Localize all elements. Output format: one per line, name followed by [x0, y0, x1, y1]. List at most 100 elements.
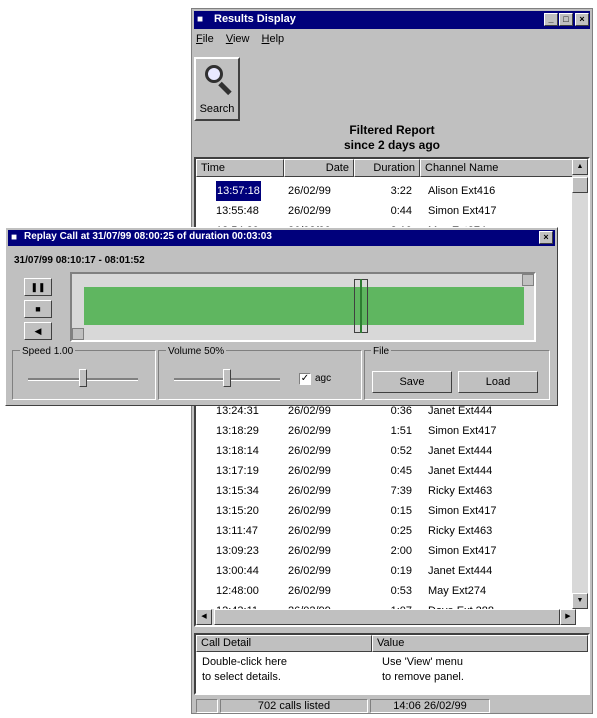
column-header-time[interactable]: Time: [196, 159, 284, 177]
cell-time: 13:57:18: [216, 181, 261, 201]
cell-duration: 0:19: [390, 565, 412, 577]
table-row[interactable]: 13:15:34 26/02/99 7:39 Ricky Ext463: [196, 481, 576, 501]
cell-date: 26/02/99: [288, 525, 331, 537]
table-row[interactable]: 13:15:20 26/02/99 0:15 Simon Ext417: [196, 501, 576, 521]
volume-label: Volume 50%: [166, 346, 227, 357]
rewind-icon[interactable]: ◀: [24, 322, 52, 340]
status-bar: 702 calls listed 14:06 26/02/99: [194, 699, 590, 713]
cell-date: 26/02/99: [288, 425, 331, 437]
save-button-label: Save: [399, 376, 425, 388]
cell-date: 26/02/99: [288, 505, 331, 517]
app-icon: ■: [197, 14, 204, 25]
cell-time: 13:00:44: [216, 565, 259, 577]
scroll-up-icon[interactable]: ▲: [572, 159, 588, 175]
search-label: Search: [199, 103, 235, 115]
cell-duration: 0:52: [390, 445, 412, 457]
scroll-right-icon[interactable]: ▶: [560, 609, 576, 625]
minimize-icon[interactable]: _: [544, 13, 558, 26]
detail-right-line1: Use 'View' menu: [382, 656, 464, 668]
cell-channel: Simon Ext417: [428, 505, 497, 517]
cell-channel: Simon Ext417: [428, 425, 497, 437]
status-count: 702 calls listed: [220, 699, 368, 713]
replay-dialog: ■ Replay Call at 31/07/99 08:00:25 of du…: [5, 227, 558, 406]
status-panel-blank: [196, 699, 218, 713]
detail-left-line2: to select details.: [202, 671, 281, 683]
cell-duration: 0:53: [390, 585, 412, 597]
cell-time: 13:18:29: [216, 425, 259, 437]
results-title: Results Display: [214, 13, 296, 25]
scroll-down-icon[interactable]: ▼: [572, 593, 588, 609]
results-titlebar[interactable]: ■ Results Display _ □ ×: [194, 11, 590, 29]
scroll-thumb[interactable]: [572, 177, 588, 193]
cell-date: 26/02/99: [288, 565, 331, 577]
table-row[interactable]: 13:18:14 26/02/99 0:52 Janet Ext444: [196, 441, 576, 461]
table-row[interactable]: 13:11:47 26/02/99 0:25 Ricky Ext463: [196, 521, 576, 541]
playback-waveform[interactable]: [70, 272, 536, 342]
load-button[interactable]: Load: [458, 371, 538, 393]
pause-icon[interactable]: ❚❚: [24, 278, 52, 296]
menu-help[interactable]: Help: [262, 33, 285, 45]
detail-panel: Call Detail Value Double-click here to s…: [194, 633, 590, 695]
replay-app-icon: ■: [11, 232, 18, 243]
detail-left-line1: Double-click here: [202, 656, 287, 668]
cell-date: 26/02/99: [288, 445, 331, 457]
magnifier-icon: [205, 65, 223, 83]
maximize-icon[interactable]: □: [559, 13, 573, 26]
column-header-duration[interactable]: Duration: [354, 159, 420, 177]
cell-time: 13:17:19: [216, 465, 259, 477]
cell-channel: Ricky Ext463: [428, 485, 493, 497]
menu-bar: File View Help: [196, 33, 293, 51]
cell-time: 13:11:47: [216, 525, 259, 537]
table-row[interactable]: 13:09:23 26/02/99 2:00 Simon Ext417: [196, 541, 576, 561]
cell-duration: 1:51: [390, 425, 412, 437]
stop-icon[interactable]: ■: [24, 300, 52, 318]
cell-time: 13:09:23: [216, 545, 259, 557]
cell-channel: Simon Ext417: [428, 205, 497, 217]
volume-slider-thumb[interactable]: [223, 369, 231, 387]
cell-channel: May Ext274: [428, 585, 487, 597]
menu-view[interactable]: View: [226, 33, 250, 45]
agc-label: agc: [315, 373, 332, 384]
checkmark-icon: ✓: [300, 373, 310, 384]
agc-checkbox[interactable]: ✓: [299, 373, 311, 385]
cell-time: 13:18:14: [216, 445, 259, 457]
cell-date: 26/02/99: [288, 485, 331, 497]
volume-group: [158, 350, 362, 400]
cell-duration: 7:39: [390, 485, 412, 497]
hscroll-thumb[interactable]: [214, 609, 560, 625]
playback-controls: ❚❚ ■ ◀: [24, 278, 54, 344]
detail-header-value[interactable]: Value: [372, 635, 588, 652]
menu-file[interactable]: File: [196, 33, 214, 45]
column-header-channel[interactable]: Channel Name: [420, 159, 576, 177]
cell-duration: 2:00: [390, 545, 412, 557]
table-row[interactable]: 13:55:48 26/02/99 0:44 Simon Ext417: [196, 201, 576, 221]
cell-date: 26/02/99: [288, 205, 331, 217]
horizontal-scrollbar[interactable]: ◀ ▶: [196, 609, 576, 625]
report-title: Filtered Report: [349, 123, 435, 137]
table-row[interactable]: 13:18:29 26/02/99 1:51 Simon Ext417: [196, 421, 576, 441]
table-row[interactable]: 13:57:18 26/02/99 3:22 Alison Ext416: [196, 181, 576, 201]
cell-date: 26/02/99: [288, 465, 331, 477]
speed-slider-thumb[interactable]: [79, 369, 87, 387]
replay-close-icon[interactable]: ×: [539, 231, 553, 244]
table-row[interactable]: 12:48:00 26/02/99 0:53 May Ext274: [196, 581, 576, 601]
playhead-line: [360, 279, 363, 333]
table-row[interactable]: 13:00:44 26/02/99 0:19 Janet Ext444: [196, 561, 576, 581]
file-label: File: [371, 346, 392, 357]
column-header-date[interactable]: Date: [284, 159, 354, 177]
cell-duration: 0:25: [390, 525, 412, 537]
replay-titlebar[interactable]: ■ Replay Call at 31/07/99 08:00:25 of du…: [8, 230, 555, 246]
detail-header-call[interactable]: Call Detail: [196, 635, 372, 652]
table-row[interactable]: 13:17:19 26/02/99 0:45 Janet Ext444: [196, 461, 576, 481]
vertical-scrollbar[interactable]: ▲ ▼: [572, 159, 588, 609]
close-icon[interactable]: ×: [575, 13, 589, 26]
end-marker[interactable]: [522, 274, 534, 286]
search-button[interactable]: Search: [194, 57, 240, 121]
save-button[interactable]: Save: [372, 371, 452, 393]
start-marker[interactable]: [72, 328, 84, 340]
scroll-left-icon[interactable]: ◀: [196, 609, 212, 625]
report-subtitle: since 2 days ago: [343, 138, 441, 152]
cell-duration: 0:45: [390, 465, 412, 477]
detail-right-line2: to remove panel.: [382, 671, 464, 683]
cell-time: 12:48:00: [216, 585, 259, 597]
